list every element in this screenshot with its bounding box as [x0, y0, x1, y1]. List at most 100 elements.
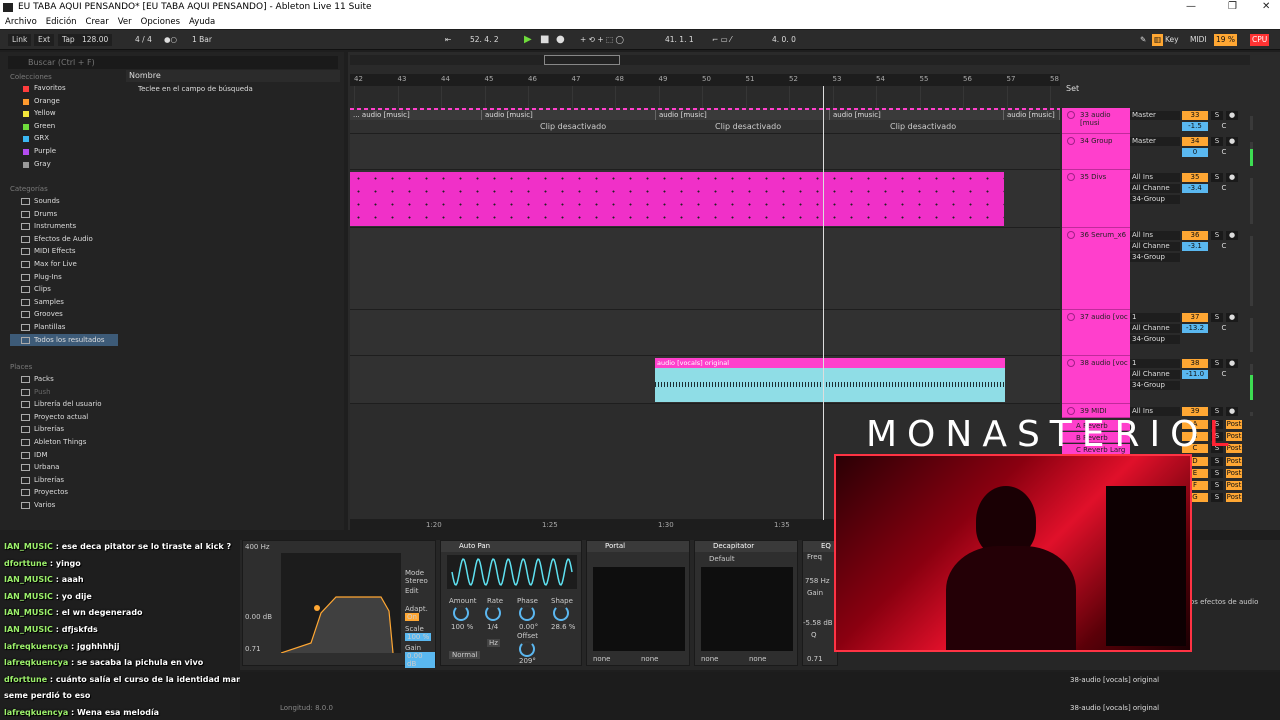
- vocals-clip-header[interactable]: audio [vocals] original: [655, 358, 1005, 368]
- eq-adapt-toggle[interactable]: On: [405, 613, 419, 621]
- maximize-icon[interactable]: ❐: [1228, 1, 1237, 12]
- solo-button[interactable]: S: [1211, 111, 1223, 120]
- quantize-select[interactable]: 1 Bar: [192, 34, 212, 46]
- output-select[interactable]: 34-Group: [1130, 335, 1180, 344]
- collection-item[interactable]: GRX: [10, 132, 118, 145]
- menu-ayuda[interactable]: Ayuda: [189, 17, 215, 27]
- track-name[interactable]: 37 audio [voc: [1080, 313, 1128, 321]
- return-post[interactable]: Post: [1226, 468, 1242, 478]
- volume-field[interactable]: -13.2: [1182, 324, 1208, 333]
- loop-length-field[interactable]: 4. 0. 0: [772, 34, 796, 46]
- ext-button[interactable]: Ext: [34, 34, 55, 46]
- tempo-field[interactable]: 128.00: [78, 34, 113, 46]
- close-icon[interactable]: ✕: [1262, 1, 1270, 12]
- collection-item[interactable]: Yellow: [10, 107, 118, 120]
- decapitator-preset-1[interactable]: none: [701, 655, 718, 663]
- song-position[interactable]: 52. 4. 2: [470, 34, 499, 46]
- return-solo[interactable]: S: [1211, 468, 1223, 478]
- arm-button[interactable]: ●: [1226, 313, 1238, 322]
- punch-icon[interactable]: ⌐ ▭ ⁄: [712, 34, 731, 46]
- output-select[interactable]: 34-Group: [1130, 381, 1180, 390]
- collection-item[interactable]: Orange: [10, 95, 118, 108]
- stop-icon[interactable]: ■: [540, 34, 549, 46]
- track-activator[interactable]: 36: [1182, 231, 1208, 240]
- input-channel-select[interactable]: All Channe: [1130, 370, 1180, 379]
- rate-knob[interactable]: [485, 605, 501, 621]
- overview-strip[interactable]: [350, 55, 1250, 65]
- eq-band-handle[interactable]: [314, 605, 320, 611]
- track-activator[interactable]: 33: [1182, 111, 1208, 120]
- input-channel-select[interactable]: All Channe: [1130, 324, 1180, 333]
- place-item[interactable]: Varios: [10, 499, 118, 512]
- category-item[interactable]: Todos los resultados: [10, 333, 118, 347]
- decapitator-device[interactable]: Decapitator Default none none: [694, 540, 798, 666]
- collection-item[interactable]: Green: [10, 120, 118, 133]
- eq-freq-value[interactable]: 400 Hz: [245, 543, 270, 551]
- place-item[interactable]: Librerías: [10, 423, 118, 436]
- input-type-select[interactable]: Master: [1130, 111, 1180, 120]
- collection-item[interactable]: Gray: [10, 158, 118, 171]
- input-type-select[interactable]: All Ins: [1130, 231, 1180, 240]
- arm-button[interactable]: ●: [1226, 231, 1238, 240]
- category-item[interactable]: Max for Live: [10, 258, 118, 271]
- record-icon[interactable]: ●: [556, 34, 565, 46]
- return-post[interactable]: Post: [1226, 481, 1242, 490]
- solo-button[interactable]: S: [1211, 173, 1223, 182]
- pan-field[interactable]: C: [1211, 370, 1237, 379]
- key-button[interactable]: Key: [1165, 34, 1179, 46]
- solo-button[interactable]: S: [1211, 231, 1223, 240]
- menu-archivo[interactable]: Archivo: [5, 17, 37, 27]
- amount-value[interactable]: 100 %: [451, 623, 473, 631]
- eq-output-gain[interactable]: 0.00 dB: [405, 652, 435, 668]
- track-activator[interactable]: 37: [1182, 313, 1208, 322]
- input-type-select[interactable]: 1: [1130, 359, 1180, 368]
- offset-knob[interactable]: [519, 641, 535, 657]
- portal-title[interactable]: Portal: [587, 541, 689, 552]
- rate-value[interactable]: 1/4: [487, 623, 498, 631]
- category-item[interactable]: MIDI Effects: [10, 245, 118, 258]
- volume-field[interactable]: -3.4: [1182, 184, 1208, 193]
- category-item[interactable]: Drums: [10, 208, 118, 221]
- solo-button[interactable]: S: [1211, 313, 1223, 322]
- pan-field[interactable]: C: [1211, 184, 1237, 193]
- track-activator[interactable]: 38: [1182, 359, 1208, 368]
- overdub-icon[interactable]: + ⟲ + ⬚ ◯: [580, 34, 624, 46]
- clip-audio-music[interactable]: audio [music]: [656, 110, 830, 120]
- fold-icon[interactable]: [1067, 137, 1075, 145]
- track-lane-36[interactable]: [350, 228, 1060, 310]
- decapitator-preset-2[interactable]: none: [749, 655, 766, 663]
- pan-field[interactable]: C: [1211, 324, 1237, 333]
- fold-icon[interactable]: [1067, 359, 1075, 367]
- eq-eight-device[interactable]: 400 Hz 0.00 dB 0.71 Mode Stereo Edit Ada…: [242, 540, 436, 668]
- solo-button[interactable]: S: [1211, 359, 1223, 368]
- return-post[interactable]: Post: [1226, 456, 1242, 466]
- place-item[interactable]: Proyecto actual: [10, 411, 118, 424]
- track-lane-34[interactable]: [350, 134, 1060, 170]
- input-channel-select[interactable]: All Channe: [1130, 184, 1180, 193]
- metronome-icon[interactable]: ●○: [164, 34, 177, 46]
- vocals-waveform[interactable]: [655, 368, 1005, 402]
- track-activator[interactable]: 35: [1182, 173, 1208, 182]
- arm-button[interactable]: ●: [1226, 111, 1238, 120]
- decapitator-preset[interactable]: Default: [709, 555, 735, 563]
- track-lane-35[interactable]: [350, 170, 1060, 228]
- place-item[interactable]: Proyectos: [10, 486, 118, 499]
- fold-icon[interactable]: [1067, 313, 1075, 321]
- category-item[interactable]: Efectos de Audio: [10, 233, 118, 246]
- track-activator[interactable]: 34: [1182, 137, 1208, 146]
- place-item[interactable]: Urbana: [10, 461, 118, 474]
- time-signature[interactable]: 4 / 4: [135, 34, 152, 46]
- collection-item[interactable]: Purple: [10, 145, 118, 158]
- shape-value[interactable]: 28.6 %: [551, 623, 575, 631]
- track-name[interactable]: 34 Group: [1080, 137, 1112, 145]
- eq-device-2[interactable]: EQ Freq 758 Hz Gain -5.58 dB Q 0.71: [802, 540, 838, 666]
- link-button[interactable]: Link: [8, 34, 32, 46]
- track-header[interactable]: 34 Group: [1062, 134, 1130, 170]
- portal-preset-2[interactable]: none: [641, 655, 658, 663]
- minimize-icon[interactable]: —: [1186, 1, 1196, 12]
- track-name[interactable]: 35 Divs: [1080, 173, 1106, 181]
- track-name[interactable]: 38 audio [voc: [1080, 359, 1128, 367]
- eq2-gain-value[interactable]: -5.58 dB: [803, 619, 833, 627]
- track-name[interactable]: 36 Serum_x6: [1080, 231, 1126, 239]
- loop-start-field[interactable]: 41. 1. 1: [665, 34, 694, 46]
